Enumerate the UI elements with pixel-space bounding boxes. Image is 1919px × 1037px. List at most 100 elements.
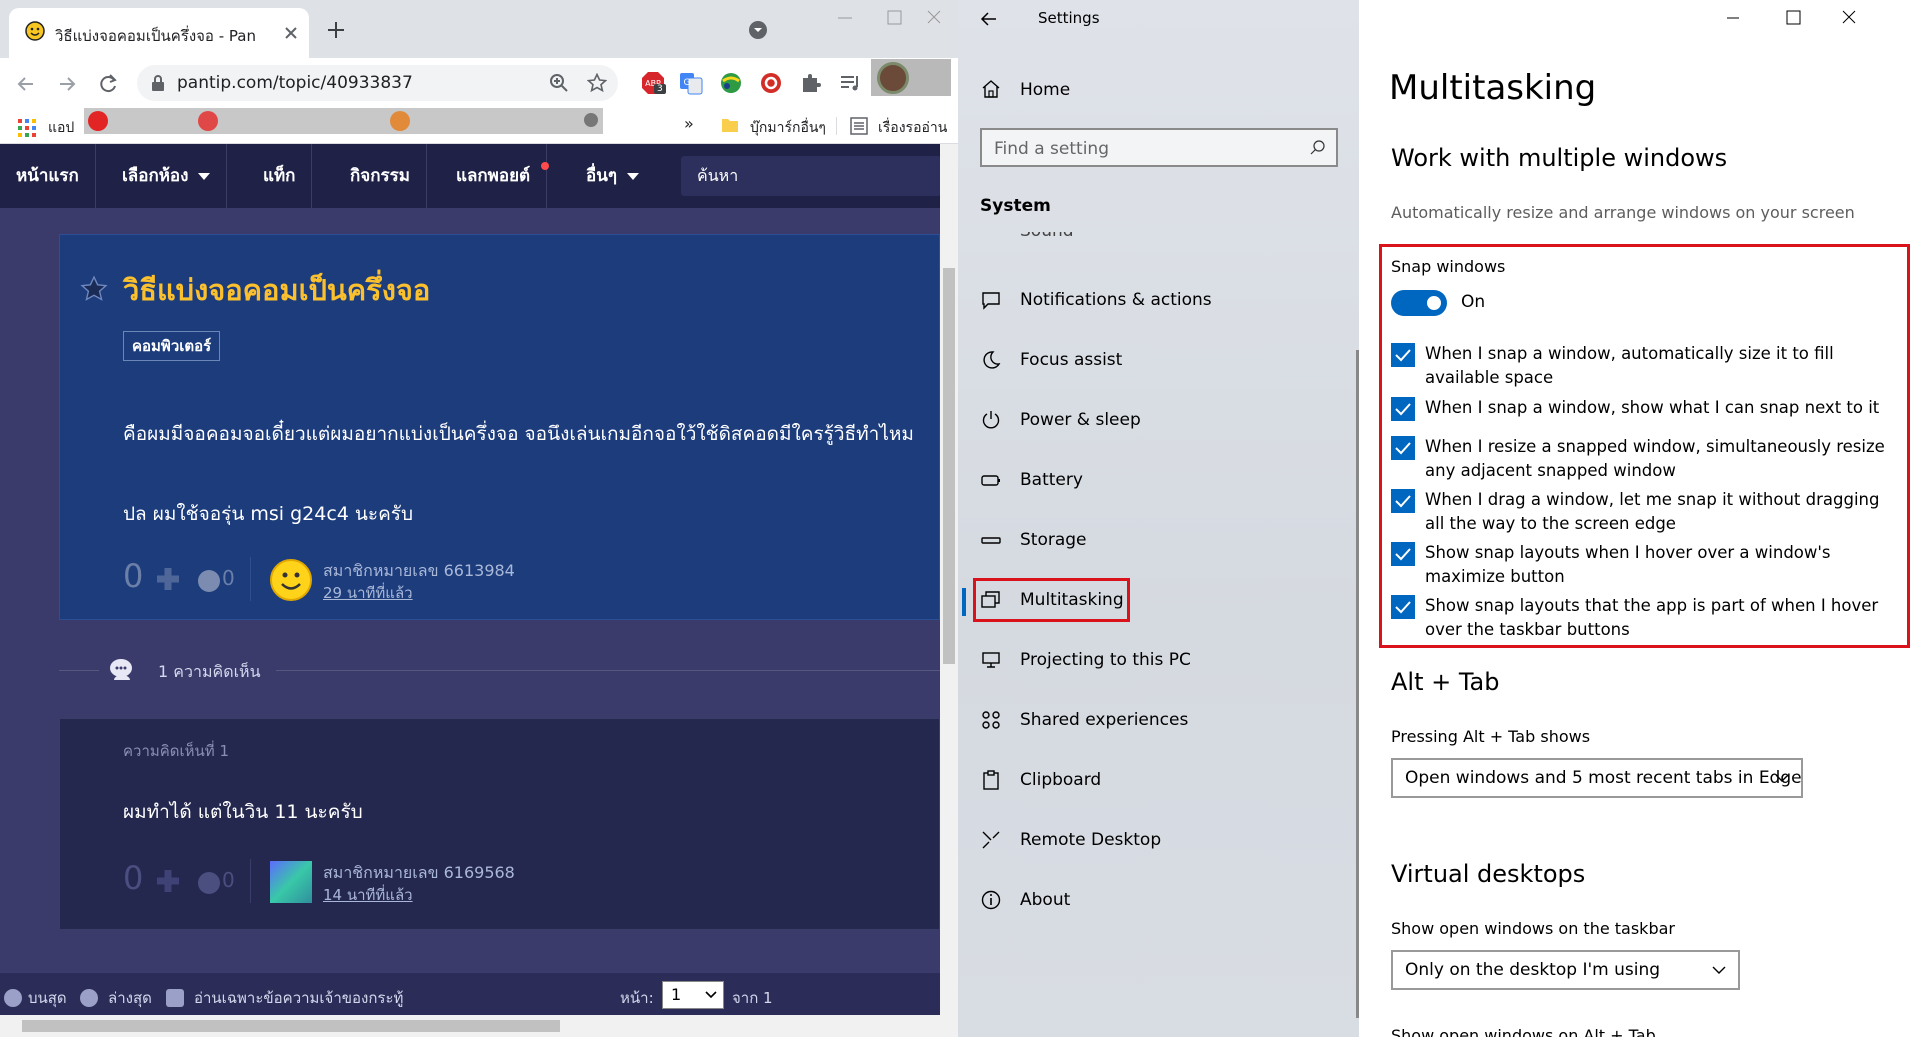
reading-list[interactable]: เรื่องรออ่าน <box>878 117 947 139</box>
topic-body: คือผมมีจอคอมจอเดี๋ยวแต่ผมอยากแบ่งเป็นครึ… <box>123 423 914 445</box>
comment-text: ผมทำได้ แต่ในวิน 11 นะครับ <box>123 801 363 823</box>
scroll-thumb[interactable] <box>22 1020 560 1032</box>
nav-storage[interactable]: Storage <box>980 526 1310 556</box>
topic-card: วิธีแบ่งจอคอมเป็นครึ่งจอ คอมพิวเตอร์ คือ… <box>59 234 940 620</box>
nav-notifications[interactable]: Notifications & actions <box>980 286 1310 316</box>
alttab-dropdown[interactable]: Open windows and 5 most recent tabs in E… <box>1391 758 1803 798</box>
power-icon <box>980 409 1002 431</box>
vd-taskbar-dropdown[interactable]: Only on the desktop I'm using <box>1391 950 1740 990</box>
vertical-scrollbar[interactable] <box>940 144 958 1015</box>
work-description: Automatically resize and arrange windows… <box>1391 203 1855 222</box>
comment-number: ความคิดเห็นที่ 1 <box>123 742 230 760</box>
projector-icon <box>980 649 1002 671</box>
section-title: System <box>980 196 1051 216</box>
topic-title: วิธีแบ่งจอคอมเป็นครึ่งจอ <box>123 273 431 307</box>
browser-tab[interactable]: วิธีแบ่งจอคอมเป็นครึ่งจอ - Pantip <box>9 8 309 58</box>
scroll-bottom-link[interactable]: ล่างสุด <box>108 986 152 1010</box>
notifications-icon <box>980 289 1002 311</box>
info-icon <box>980 889 1002 911</box>
nav-tags[interactable]: แท็ก <box>247 144 313 208</box>
scroll-bottom-icon[interactable] <box>80 989 98 1007</box>
lastpass-icon[interactable] <box>758 70 784 96</box>
svg-text:G: G <box>684 78 691 88</box>
scroll-thumb[interactable] <box>943 268 955 664</box>
plus-icon[interactable] <box>154 867 182 895</box>
address-bar[interactable]: pantip.com/topic/40933837 <box>137 65 618 101</box>
globe-extension-icon[interactable] <box>718 70 744 96</box>
nav-points[interactable]: แลกพอยต์ <box>440 144 548 208</box>
emotion-icon[interactable] <box>198 570 220 592</box>
active-indicator <box>962 588 966 616</box>
emotion-icon[interactable] <box>198 872 220 894</box>
nav-remote-desktop[interactable]: Remote Desktop <box>980 826 1310 856</box>
minimize-icon[interactable] <box>832 8 860 28</box>
profile-button[interactable] <box>871 59 951 96</box>
battery-icon <box>980 469 1002 491</box>
page-select[interactable]: 1 <box>662 981 724 1009</box>
shared-icon <box>980 709 1002 731</box>
pantip-search-input[interactable]: ค้นหา <box>681 156 940 196</box>
nav-home[interactable]: หน้าแรก <box>0 144 96 208</box>
nav-power-sleep[interactable]: Power & sleep <box>980 406 1310 436</box>
bookmarks-overflow-icon[interactable]: » <box>684 114 694 133</box>
plus-icon[interactable] <box>154 565 182 593</box>
minimize-icon[interactable] <box>1719 8 1747 28</box>
maximize-icon[interactable] <box>880 8 908 28</box>
nav-shared-experiences[interactable]: Shared experiences <box>980 706 1310 736</box>
tab-title: วิธีแบ่งจอคอมเป็นครึ่งจอ - Pantip <box>55 27 255 45</box>
post-time[interactable]: 29 นาทีที่แล้ว <box>323 581 413 605</box>
apps-grid-icon[interactable] <box>18 119 36 137</box>
author-avatar[interactable] <box>270 559 312 601</box>
page-label: หน้า: <box>620 989 654 1007</box>
topic-tag[interactable]: คอมพิวเตอร์ <box>123 331 221 361</box>
close-window-icon[interactable] <box>1835 8 1863 28</box>
remote-icon <box>980 829 1002 851</box>
maximize-icon[interactable] <box>1779 8 1807 28</box>
settings-home[interactable]: Home <box>980 76 1310 104</box>
close-window-icon[interactable] <box>920 8 948 28</box>
close-icon[interactable] <box>279 21 303 45</box>
forward-icon[interactable] <box>54 71 80 97</box>
settings-search-input[interactable]: Find a setting <box>980 128 1338 167</box>
reload-icon[interactable] <box>95 71 121 97</box>
other-bookmarks[interactable]: บุ๊กมาร์กอื่นๆ <box>750 117 826 139</box>
star-icon[interactable] <box>80 275 108 303</box>
back-icon[interactable] <box>978 8 1000 30</box>
scroll-top-icon[interactable] <box>4 989 22 1007</box>
apps-label[interactable]: แอป <box>48 117 74 139</box>
back-icon[interactable] <box>13 71 39 97</box>
nav-projecting[interactable]: Projecting to this PC <box>980 646 1310 676</box>
nav-more[interactable]: อื่นๆ <box>570 144 655 208</box>
blurred-bookmarks <box>84 108 603 134</box>
list-icon <box>850 117 868 135</box>
divider <box>250 557 251 601</box>
nav-clipboard[interactable]: Clipboard <box>980 766 1310 796</box>
puzzle-icon[interactable] <box>798 70 824 96</box>
nav-battery[interactable]: Battery <box>980 466 1310 496</box>
plus-icon[interactable] <box>322 16 350 44</box>
nav-sound-partial[interactable]: Sound <box>1020 232 1120 250</box>
bottom-toolbar: บนสุด ล่างสุด อ่านเฉพาะข้อความเจ้าของกระ… <box>0 973 940 1019</box>
nav-rooms[interactable]: เลือกห้อง <box>106 144 228 208</box>
nav-about[interactable]: About <box>980 886 1310 916</box>
nav-activities[interactable]: กิจกรรม <box>334 144 428 208</box>
owner-filter-icon[interactable] <box>166 989 184 1007</box>
virtual-desktops-heading: Virtual desktops <box>1391 860 1586 888</box>
vd-alttab-label-partial: Show open windows on Alt + Tab <box>1391 1026 1656 1037</box>
zoom-icon[interactable] <box>549 73 569 93</box>
nav-focus-assist[interactable]: Focus assist <box>980 346 1310 376</box>
scroll-top-link[interactable]: บนสุด <box>28 986 67 1010</box>
browser-window: วิธีแบ่งจอคอมเป็นครึ่งจอ - Pantip pantip… <box>0 0 958 1037</box>
translate-icon[interactable]: G <box>678 70 704 96</box>
media-icon[interactable] <box>838 70 864 96</box>
commenter-avatar[interactable] <box>270 861 312 903</box>
settings-content: Multitasking Work with multiple windows … <box>1359 0 1919 1037</box>
topic-body-note: ปล ผมใช้จอรุ่น msi g24c4 นะครับ <box>123 503 414 525</box>
owner-only-link[interactable]: อ่านเฉพาะข้อความเจ้าของกระทู้ <box>194 986 403 1010</box>
adblock-icon[interactable]: ABP 3 <box>640 70 666 96</box>
comment-time[interactable]: 14 นาทีที่แล้ว <box>323 883 413 907</box>
tab-search-icon[interactable] <box>746 18 770 42</box>
horizontal-scrollbar[interactable] <box>0 1015 958 1037</box>
bookmark-favicon <box>88 111 108 131</box>
star-icon[interactable] <box>587 73 607 93</box>
